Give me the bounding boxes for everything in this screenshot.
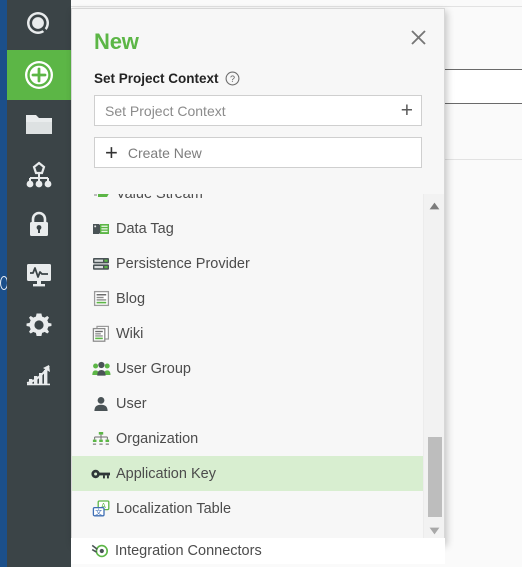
list-item[interactable]: A 文 Localization Table: [72, 491, 423, 526]
user-group-icon: [90, 359, 112, 379]
monitor-pulse-icon: [27, 264, 51, 287]
project-context-placeholder: Set Project Context: [105, 102, 226, 119]
sidebar-item-projects[interactable]: [7, 100, 71, 150]
gear-icon: [26, 313, 52, 336]
new-item-panel: New Set Project Context ? Set Project Co…: [71, 8, 445, 543]
list-item-label: Data Tag: [116, 220, 174, 237]
close-button[interactable]: [404, 23, 432, 51]
sidebar-item-analytics[interactable]: [7, 350, 71, 400]
list-item-label: Localization Table: [116, 500, 232, 517]
list-item[interactable]: Blog: [72, 281, 423, 316]
svg-text:文: 文: [95, 507, 102, 516]
create-new-list: Value Stream: [72, 194, 423, 542]
help-icon[interactable]: ?: [225, 71, 240, 86]
wiki-icon: [90, 324, 112, 344]
folder-icon: [26, 115, 52, 134]
list-item-label: Wiki: [116, 325, 144, 342]
background-divider: [0, 6, 522, 7]
scroll-up-button[interactable]: [424, 196, 444, 215]
create-new-list-container: Value Stream: [72, 194, 444, 542]
search-icon: [27, 12, 50, 36]
scrollbar-thumb[interactable]: [428, 437, 442, 517]
list-item-application-key[interactable]: Application Key: [72, 456, 423, 491]
sidebar-item-search[interactable]: [7, 0, 71, 50]
list-item-label: Value Stream: [116, 194, 203, 202]
list-item-label: Integration Connectors: [115, 543, 262, 559]
project-context-label: Set Project Context: [94, 71, 219, 86]
sidebar-rail: [7, 0, 71, 567]
list-item[interactable]: Wiki: [72, 316, 423, 351]
create-new-label: Create New: [127, 144, 202, 161]
list-item-integration-connectors[interactable]: Integration Connectors: [71, 538, 445, 564]
list-item[interactable]: User: [72, 386, 423, 421]
close-icon: [410, 29, 426, 45]
sidebar-item-security[interactable]: [7, 200, 71, 250]
app-window: New Set Project Context ? Set Project Co…: [0, 0, 522, 567]
localization-table-icon: A 文: [90, 499, 112, 519]
list-item[interactable]: User Group: [72, 351, 423, 386]
user-icon: [90, 394, 112, 414]
svg-text:?: ?: [230, 74, 235, 84]
value-stream-icon: [90, 194, 112, 204]
sidebar-item-settings[interactable]: [7, 300, 71, 350]
list-item-label: Application Key: [116, 465, 216, 482]
list-item-label: Organization: [116, 430, 199, 447]
add-context-icon[interactable]: +: [401, 100, 413, 121]
add-icon: [25, 61, 53, 89]
lock-icon: [30, 211, 48, 236]
key-icon: [90, 464, 112, 484]
list-item[interactable]: Data Tag: [72, 211, 423, 246]
organization-icon: [90, 429, 112, 449]
create-new-button[interactable]: + Create New: [94, 137, 422, 168]
list-item-label: User Group: [116, 360, 191, 377]
persistence-provider-icon: [90, 254, 112, 274]
page-title: New: [94, 29, 139, 54]
list-item[interactable]: Value Stream: [72, 194, 423, 211]
plus-icon: +: [105, 139, 118, 165]
sidebar-item-new[interactable]: [7, 50, 71, 100]
project-context-input[interactable]: Set Project Context +: [94, 95, 422, 126]
chart-growth-icon: [26, 365, 50, 386]
list-item[interactable]: Persistence Provider: [72, 246, 423, 281]
list-scrollbar[interactable]: [423, 194, 444, 542]
data-tag-icon: [90, 219, 112, 239]
caret-up-icon: [429, 202, 440, 209]
integration-connectors-icon: [89, 541, 111, 561]
blog-icon: [90, 289, 112, 309]
list-item-label: Persistence Provider: [116, 255, 250, 272]
hierarchy-icon: [26, 161, 52, 188]
project-context-label-row: Set Project Context ?: [72, 55, 444, 86]
list-item-label: User: [116, 395, 147, 412]
list-item[interactable]: Organization: [72, 421, 423, 456]
panel-header: New: [72, 9, 444, 55]
list-item-label: Blog: [116, 290, 146, 307]
sidebar-item-monitoring[interactable]: [7, 250, 71, 300]
caret-down-icon: [429, 527, 440, 534]
sidebar-item-hierarchy[interactable]: [7, 150, 71, 200]
